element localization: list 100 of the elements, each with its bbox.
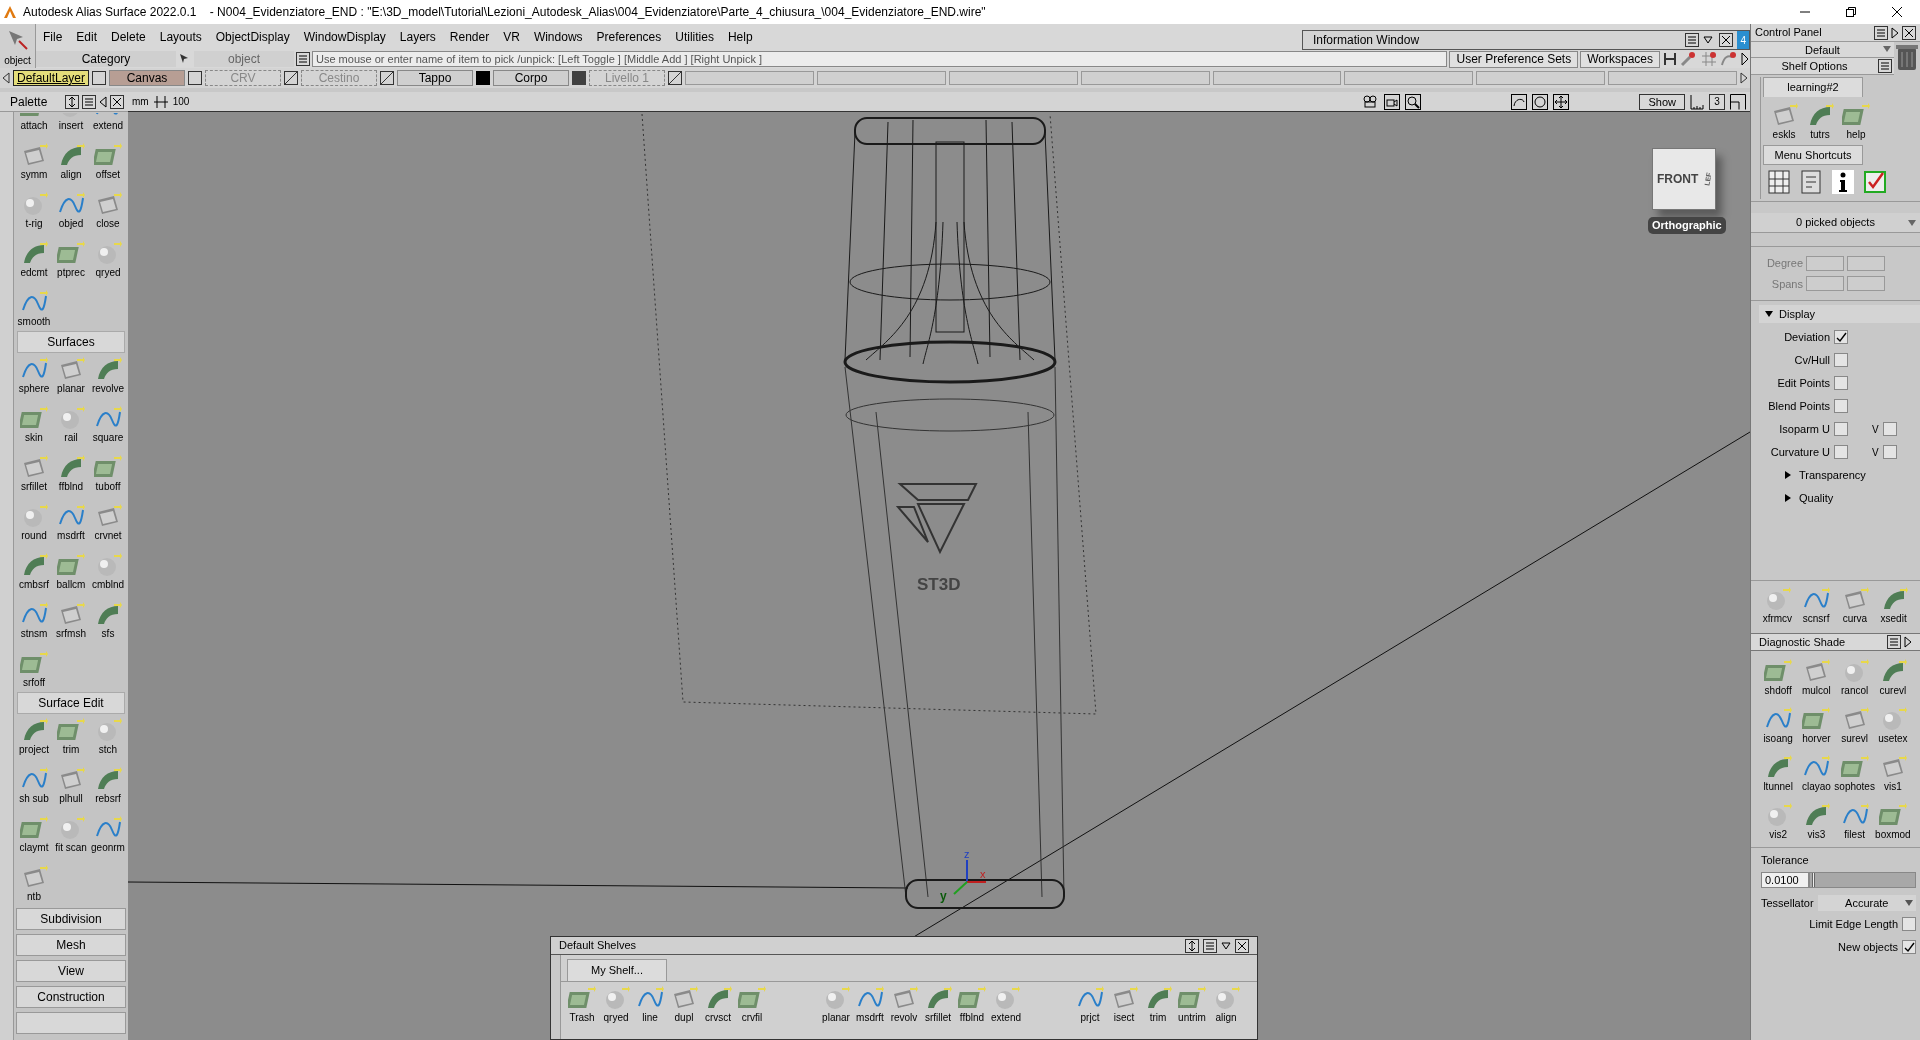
tool-button[interactable]: stnsm <box>17 600 51 640</box>
tool-button[interactable]: ffblnd <box>955 984 989 1024</box>
menu-item[interactable]: WindowDisplay <box>296 26 393 48</box>
layer-button[interactable]: Corpo <box>493 70 569 86</box>
section-header[interactable]: Surfaces <box>17 331 125 353</box>
tool-button[interactable]: vis3 <box>1799 801 1834 841</box>
tool-button[interactable]: objed <box>54 190 88 230</box>
tool-button[interactable]: cmbsrf <box>17 551 51 591</box>
tool-button[interactable]: vis1 <box>1875 753 1910 793</box>
tool-button[interactable]: skin <box>17 404 51 444</box>
tool-button[interactable]: boxmod <box>1875 801 1910 841</box>
tool-button[interactable]: sh sub <box>17 765 51 805</box>
picked-objects-dropdown[interactable]: 0 picked objects <box>1751 213 1920 233</box>
tool-button[interactable]: Trash <box>565 984 599 1024</box>
tool-button[interactable]: trim <box>1141 984 1175 1024</box>
object-tool[interactable]: object <box>0 24 36 68</box>
tool-button[interactable]: stch <box>91 716 125 756</box>
menu-item[interactable]: Help <box>720 26 760 48</box>
object-field[interactable]: object <box>194 51 294 67</box>
tool-button[interactable]: crvsct <box>701 984 735 1024</box>
tool-button[interactable]: shdoff <box>1761 657 1796 697</box>
tolerance-field[interactable]: 0.0100 <box>1761 871 1809 888</box>
tool-button[interactable]: msdrft <box>853 984 887 1024</box>
tool-button[interactable]: planar <box>819 984 853 1024</box>
menu-item[interactable]: Windows <box>526 26 590 48</box>
tool-button[interactable]: cmblnd <box>91 551 125 591</box>
tool-button[interactable]: isect <box>1107 984 1141 1024</box>
layer-button[interactable]: DefaultLayer <box>13 70 89 86</box>
menu-item[interactable]: VR <box>496 26 527 48</box>
tool-button[interactable]: square <box>91 404 125 444</box>
layout-button[interactable]: 3 <box>1709 93 1725 110</box>
section-toggle[interactable]: Display <box>1759 305 1920 323</box>
tool-button[interactable]: rebsrf <box>91 765 125 805</box>
tool-button[interactable]: tutrs <box>1803 101 1837 141</box>
shelf-tab[interactable]: My Shelf... <box>567 959 667 981</box>
tool-button[interactable]: symm <box>17 141 51 181</box>
section-toggle[interactable]: Transparency <box>1759 466 1920 484</box>
tool-button[interactable]: vis2 <box>1761 801 1796 841</box>
menu-item[interactable]: Utilities <box>668 26 721 48</box>
tool-button[interactable]: crvfil <box>735 984 769 1024</box>
tool-button[interactable]: clayao <box>1799 753 1834 793</box>
tool-button[interactable]: curva <box>1838 585 1872 625</box>
menu-shortcuts-tab[interactable]: Menu Shortcuts <box>1763 145 1863 165</box>
menu-item[interactable]: Render <box>442 26 497 48</box>
tool-button[interactable]: geonrm <box>91 814 125 854</box>
layer-button[interactable]: Tappo <box>397 70 473 86</box>
tool-button[interactable]: qryed <box>599 984 633 1024</box>
tool-button[interactable]: help <box>1839 101 1873 141</box>
toolbar-button[interactable]: Workspaces <box>1580 50 1660 68</box>
tool-button[interactable]: srfillet <box>921 984 955 1024</box>
show-button[interactable]: Show <box>1639 93 1685 110</box>
toolbar-button[interactable]: User Preference Sets <box>1449 50 1579 68</box>
tool-button[interactable]: edcmt <box>17 239 51 279</box>
tool-button[interactable]: ntb <box>17 863 51 903</box>
tool-button[interactable]: srfillet <box>17 453 51 493</box>
tool-button[interactable]: ltunnel <box>1761 753 1796 793</box>
menu-item[interactable]: Layouts <box>152 26 209 48</box>
section-header[interactable]: Surface Edit <box>17 692 125 714</box>
tool-button[interactable]: untrim <box>1175 984 1209 1024</box>
tool-button[interactable]: mulcol <box>1799 657 1834 697</box>
tool-button[interactable]: xfrmcv <box>1761 585 1794 625</box>
layer-button[interactable]: Canvas <box>109 70 185 86</box>
tool-button[interactable]: curevl <box>1875 657 1910 697</box>
pick-prompt-field[interactable]: Use mouse or enter name of item to pick /unpick: [Left Toggle ] [Middle Add ] [Right Unpick ] <box>312 51 1448 67</box>
shelf-tab[interactable]: learning#2 <box>1763 77 1863 97</box>
tool-button[interactable]: sphere <box>17 355 51 395</box>
menu-item[interactable]: Preferences <box>589 26 669 48</box>
tool-button[interactable]: horver <box>1799 705 1834 745</box>
tool-button[interactable]: attach <box>17 112 51 132</box>
tool-button[interactable]: ptprec <box>54 239 88 279</box>
tool-button[interactable]: tuboff <box>91 453 125 493</box>
tool-button[interactable]: sfs <box>91 600 125 640</box>
tool-button[interactable]: prjct <box>1073 984 1107 1024</box>
tool-button[interactable]: revolve <box>91 355 125 395</box>
menu-item[interactable]: Edit <box>69 26 105 48</box>
tool-button[interactable]: surevl <box>1837 705 1872 745</box>
tool-button[interactable]: filest <box>1837 801 1872 841</box>
tool-button[interactable]: rail <box>54 404 88 444</box>
tool-button[interactable]: ffblnd <box>54 453 88 493</box>
tool-button[interactable]: xsedit <box>1877 585 1910 625</box>
tool-button[interactable]: crvnet <box>91 502 125 542</box>
tool-button[interactable]: planar <box>54 355 88 395</box>
tool-button[interactable]: rancol <box>1837 657 1872 697</box>
tool-button[interactable]: isoang <box>1761 705 1796 745</box>
tool-button[interactable]: eskls <box>1767 101 1801 141</box>
section-toggle[interactable]: Quality <box>1759 489 1920 507</box>
tool-button[interactable]: claymt <box>17 814 51 854</box>
tool-button[interactable]: ballcm <box>54 551 88 591</box>
tool-button[interactable]: fit scan <box>54 814 88 854</box>
tool-button[interactable]: scnsrf <box>1799 585 1833 625</box>
tool-button[interactable]: insert <box>54 112 88 132</box>
section-button[interactable]: View <box>16 960 126 982</box>
tool-button[interactable]: revolv <box>887 984 921 1024</box>
tool-button[interactable]: trim <box>54 716 88 756</box>
menu-item[interactable]: File <box>36 26 70 48</box>
tool-button[interactable]: close <box>91 190 125 230</box>
menu-item[interactable]: Layers <box>392 26 443 48</box>
tool-button[interactable]: project <box>17 716 51 756</box>
tool-button[interactable]: line <box>633 984 667 1024</box>
tool-button[interactable]: t-rig <box>17 190 51 230</box>
